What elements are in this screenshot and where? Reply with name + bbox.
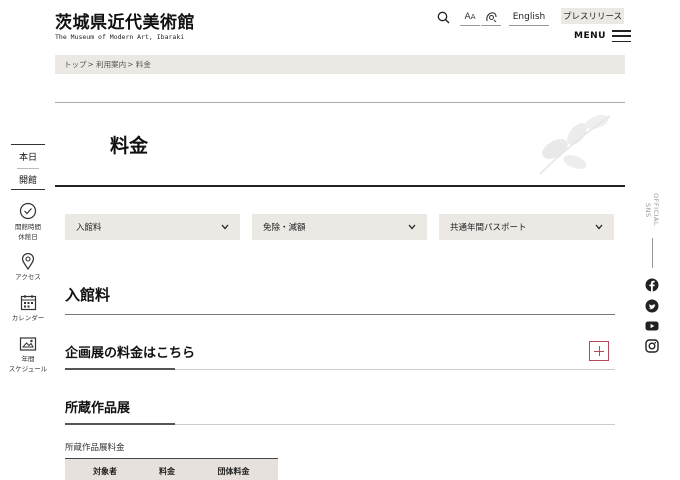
sidebar-hours-label-line2: 休館日 xyxy=(18,233,38,241)
schedule-label-line1: 年間 xyxy=(21,355,35,363)
today-separator xyxy=(17,168,39,169)
english-link[interactable]: English xyxy=(509,8,549,26)
tab-exemption[interactable]: 免除・減額 xyxy=(252,214,427,240)
sidebar-item-schedule[interactable]: 年間 スケジュール xyxy=(5,336,51,374)
sidebar-schedule-label: 年間 スケジュール xyxy=(9,354,48,374)
press-release-button[interactable]: プレスリリース xyxy=(561,8,624,24)
search-icon xyxy=(437,11,449,23)
sidebar-item-calendar[interactable]: カレンダー xyxy=(5,294,51,323)
table-header-group-fee: 団体料金 xyxy=(189,458,278,480)
breadcrumb: トップ > 利用案内 > 料金 xyxy=(55,55,625,74)
clock-icon xyxy=(19,202,37,220)
today-open-status: 本日 開館 xyxy=(11,144,45,190)
read-aloud-button[interactable] xyxy=(481,8,501,26)
page-title: 料金 xyxy=(110,135,149,157)
tab-admission-fee[interactable]: 入館料 xyxy=(65,214,240,240)
section-heading-admission: 入館料 xyxy=(65,286,111,304)
open-status-label: 開館 xyxy=(18,176,37,186)
tab-admission-fee-label: 入館料 xyxy=(76,223,102,233)
twitter-icon[interactable] xyxy=(645,299,659,313)
map-pin-icon xyxy=(21,253,35,270)
youtube-icon[interactable] xyxy=(645,319,659,333)
collection-divider-accent xyxy=(65,423,175,425)
breadcrumb-guide[interactable]: > 利用案内 xyxy=(88,59,127,70)
title-bottom-divider xyxy=(55,185,625,187)
chevron-down-icon xyxy=(221,224,229,230)
font-size-button[interactable]: AA xyxy=(460,8,480,26)
instagram-icon[interactable] xyxy=(645,339,659,353)
museum-logo[interactable]: 茨城県近代美術館 The Museum of Modern Art, Ibara… xyxy=(55,13,195,41)
read-aloud-icon xyxy=(485,11,497,22)
sidebar-item-access[interactable]: アクセス xyxy=(5,253,51,282)
schedule-icon xyxy=(19,337,37,351)
chevron-down-icon xyxy=(595,224,603,230)
title-top-divider xyxy=(55,102,625,103)
chevron-down-icon xyxy=(408,224,416,230)
breadcrumb-home[interactable]: トップ xyxy=(64,59,87,70)
collection-heading: 所蔵作品展 xyxy=(65,401,131,416)
breadcrumb-current: > 料金 xyxy=(127,60,151,69)
sidebar-hours-label: 開館時間 休館日 xyxy=(15,222,41,242)
tab-annual-passport-label: 共通年間パスポート xyxy=(450,223,527,233)
table-caption: 所蔵作品展料金 xyxy=(65,443,125,453)
facebook-icon[interactable] xyxy=(645,278,659,292)
font-size-icon: AA xyxy=(464,11,476,22)
accordion-divider-accent xyxy=(65,368,175,370)
table-header-target: 対象者 xyxy=(65,458,145,480)
sidebar-item-hours[interactable]: 開館時間 休館日 xyxy=(5,202,51,242)
special-exhibition-accordion-title[interactable]: 企画展の料金はこちら xyxy=(65,342,195,361)
official-sns-label: OFFICIAL SNS xyxy=(644,193,660,227)
sidebar-access-label: アクセス xyxy=(15,273,41,281)
table-header-fee: 料金 xyxy=(145,458,189,480)
menu-button[interactable]: MENU xyxy=(574,30,631,42)
search-button[interactable] xyxy=(433,8,453,26)
sns-divider xyxy=(652,238,653,268)
sidebar-schedule-label-line2: スケジュール xyxy=(8,365,48,373)
hours-label-line1: 開館時間 xyxy=(15,223,41,231)
calendar-icon xyxy=(20,295,36,311)
section-divider xyxy=(65,314,615,315)
plus-icon[interactable] xyxy=(589,341,609,361)
logo-english: The Museum of Modern Art, Ibaraki xyxy=(55,33,185,41)
tab-exemption-label: 免除・減額 xyxy=(263,223,306,233)
hamburger-icon xyxy=(611,30,631,42)
menu-label: MENU xyxy=(574,31,606,41)
collection-fee-table: 対象者 料金 団体料金 xyxy=(65,458,278,480)
leaf-shadow-decoration xyxy=(539,115,611,175)
logo-japanese: 茨城県近代美術館 xyxy=(55,13,195,33)
today-label: 本日 xyxy=(18,153,37,163)
tab-annual-passport[interactable]: 共通年間パスポート xyxy=(439,214,614,240)
sidebar-calendar-label: カレンダー xyxy=(11,314,45,322)
